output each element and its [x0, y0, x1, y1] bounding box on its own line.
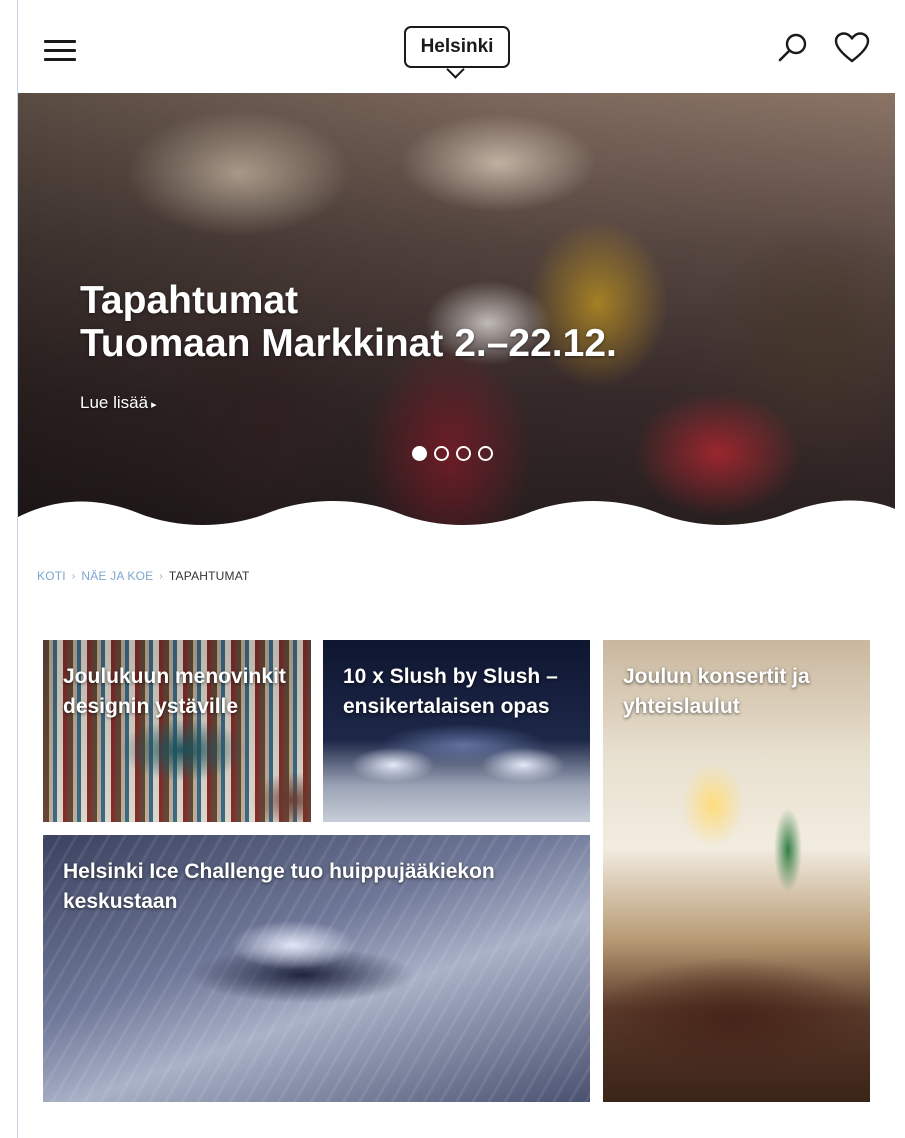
event-card-concerts[interactable]: Joulun konsertit ja yhteislaulut [603, 640, 870, 1102]
read-more-label: Lue lisää [80, 393, 149, 412]
card-title: Helsinki Ice Challenge tuo huippujääkiek… [63, 860, 495, 913]
carousel-dot-1[interactable] [412, 446, 427, 461]
logo-text: Helsinki [404, 26, 510, 68]
breadcrumb-current: TAPAHTUMAT [168, 569, 250, 583]
carousel-pagination [412, 446, 493, 461]
helsinki-logo[interactable]: Helsinki [404, 26, 510, 79]
hero-wave-divider [18, 500, 895, 528]
search-icon[interactable] [776, 31, 810, 65]
chevron-right-icon: › [71, 570, 76, 582]
breadcrumb: KOTI › NÄE JA KOE › TAPAHTUMAT [37, 569, 250, 583]
carousel-dot-4[interactable] [478, 446, 493, 461]
event-card-slush[interactable]: 10 x Slush by Slush – ensikertalaisen op… [323, 640, 590, 822]
site-header: Helsinki [18, 0, 895, 93]
heart-icon[interactable] [834, 31, 870, 65]
carousel-dot-3[interactable] [456, 446, 471, 461]
event-card-design[interactable]: Joulukuun menovinkit designin ystäville [43, 640, 311, 822]
breadcrumb-nae-ja-koe[interactable]: NÄE JA KOE [81, 569, 153, 583]
hero-category: Tapahtumat [80, 279, 299, 322]
chevron-right-icon: ▸ [151, 399, 157, 411]
hero-title: Tuomaan Markkinat 2.–22.12. [80, 322, 617, 365]
card-title: 10 x Slush by Slush – ensikertalaisen op… [343, 665, 558, 718]
breadcrumb-home[interactable]: KOTI [37, 569, 66, 583]
hero-carousel[interactable]: Tapahtumat Tuomaan Markkinat 2.–22.12. L… [18, 93, 895, 528]
hamburger-menu-icon[interactable] [44, 40, 76, 62]
hero-title-block: Tapahtumat Tuomaan Markkinat 2.–22.12. [80, 279, 780, 365]
chevron-right-icon: › [159, 570, 163, 582]
carousel-dot-2[interactable] [434, 446, 449, 461]
read-more-link[interactable]: Lue lisää ▸ [80, 393, 157, 413]
event-card-ice-challenge[interactable]: Helsinki Ice Challenge tuo huippujääkiek… [43, 835, 590, 1102]
card-title: Joulukuun menovinkit designin ystäville [63, 665, 286, 718]
card-title: Joulun konsertit ja yhteislaulut [623, 665, 810, 718]
